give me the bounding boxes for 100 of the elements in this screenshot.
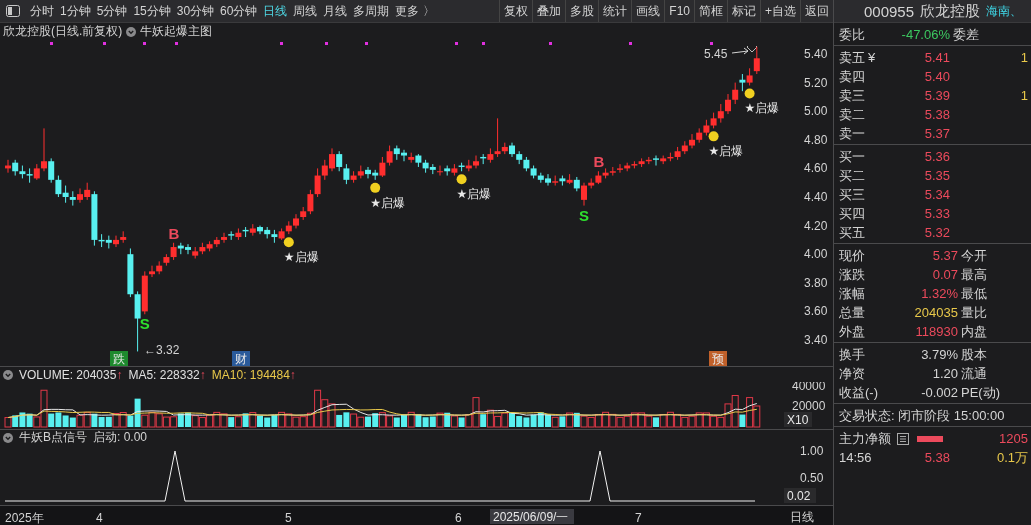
field-label: 委差 xyxy=(953,25,980,44)
trade-signal-label: B xyxy=(593,153,605,171)
volume-legend: MA5: 228332↑ xyxy=(128,367,206,382)
order-price: 5.32 xyxy=(923,225,951,240)
price-axis-label: 5.20 xyxy=(804,75,828,90)
signal-axis-label: 1.00 xyxy=(800,445,824,458)
toolbar-button[interactable]: F10 xyxy=(664,0,694,22)
period-tab[interactable]: 多周期 xyxy=(350,2,393,20)
candlestick xyxy=(379,156,386,178)
order-level-label: 卖四 xyxy=(839,68,865,84)
toolbar-button[interactable]: 返回 xyxy=(800,0,833,22)
dropdown-icon[interactable] xyxy=(126,26,137,37)
volume-axis-label: 40000 xyxy=(792,382,826,393)
list-icon[interactable] xyxy=(897,432,909,445)
candlestick xyxy=(581,182,587,207)
indicator-title: 牛妖B点信号 xyxy=(19,429,87,446)
toolbar-button[interactable]: 复权 xyxy=(499,0,533,22)
candlestick xyxy=(732,82,739,105)
field-label: PE(动) xyxy=(961,383,1001,402)
field-label: 涨跌 xyxy=(839,265,866,284)
period-tab[interactable]: 5分钟 xyxy=(93,2,131,20)
price-axis-label: 4.20 xyxy=(804,218,828,233)
toolbar-button[interactable]: +自选 xyxy=(760,0,800,22)
price-axis-label: 4.80 xyxy=(804,132,828,147)
field-label: 股本 xyxy=(961,345,988,364)
order-price: 5.41 xyxy=(923,50,951,65)
dropdown-icon[interactable] xyxy=(3,432,13,443)
signal-dot-icon xyxy=(370,182,381,193)
signal-dot-icon xyxy=(283,237,294,248)
candlestick xyxy=(725,93,731,115)
order-level-label: 买三 xyxy=(839,186,865,202)
period-tab[interactable]: 1分钟 xyxy=(57,2,94,20)
period-tab[interactable]: 月线 xyxy=(320,2,351,20)
trading-status: 交易状态: 闭市阶段 15:00:00 xyxy=(839,406,1006,425)
field-label: 外盘 xyxy=(839,322,866,341)
field-label: 涨幅 xyxy=(839,284,866,303)
tick-price: 5.38 xyxy=(923,450,951,465)
candlestick xyxy=(26,167,33,184)
price-axis-label: 5.40 xyxy=(804,47,828,61)
order-level-label: 卖一 xyxy=(839,125,865,141)
field-value: 1205 xyxy=(998,431,1029,446)
date-axis-label: 5 xyxy=(285,511,292,525)
event-tag: 财 xyxy=(232,351,250,366)
candlestick xyxy=(386,145,393,167)
period-tab[interactable]: 60分钟 xyxy=(217,2,261,20)
tick-volume: 0.1万 xyxy=(995,448,1029,467)
field-label: 收益(-) xyxy=(839,383,879,402)
toolbar-button[interactable]: 简框 xyxy=(694,0,727,22)
order-price: 5.39 xyxy=(923,88,951,103)
candlestick xyxy=(48,157,55,184)
field-label: 量比 xyxy=(961,303,988,322)
field-label: 主力净额 xyxy=(839,429,892,448)
signal-dot-icon xyxy=(456,174,467,185)
toolbar-button[interactable]: 统计 xyxy=(598,0,632,22)
currency-icon: ¥ xyxy=(868,49,876,65)
scale-tag: X10 xyxy=(784,412,812,427)
candlestick xyxy=(149,265,155,278)
order-price: 5.40 xyxy=(923,69,951,84)
candlestick xyxy=(473,155,479,169)
date-axis-label: 2025年 xyxy=(5,511,44,525)
diamond-icon[interactable] xyxy=(746,46,758,53)
toolbar-button[interactable]: 画线 xyxy=(631,0,665,22)
sector-tag[interactable]: 海南、 xyxy=(986,2,1023,20)
field-value: -47.06% xyxy=(900,27,951,42)
indicator-name[interactable]: 牛妖起爆主图 xyxy=(140,23,213,40)
order-price: 5.37 xyxy=(923,126,951,141)
leader-arrow xyxy=(731,47,749,55)
order-price: 5.33 xyxy=(923,206,951,221)
order-level-label: 买一 xyxy=(839,148,865,164)
price-axis-label: 3.40 xyxy=(804,333,828,347)
volume-legend: VOLUME: 204035↑ xyxy=(19,367,123,382)
date-axis-label: 4 xyxy=(96,511,103,525)
candlestick xyxy=(689,133,695,149)
tick-time: 14:56 xyxy=(839,450,873,465)
toolbar-button[interactable]: 标记 xyxy=(727,0,760,22)
candlestick xyxy=(314,167,321,198)
volume-legend: MA10: 194484↑ xyxy=(211,367,296,382)
period-tab[interactable]: 15分钟 xyxy=(130,2,174,20)
period-tab[interactable]: 日线 xyxy=(260,2,291,20)
cursor-date-tag: 2025/06/09/一 xyxy=(490,509,574,524)
order-price: 5.38 xyxy=(923,107,951,122)
period-tab[interactable]: 分时 xyxy=(27,2,57,20)
panel-toggle-icon[interactable] xyxy=(6,5,20,17)
field-label: 净资 xyxy=(839,364,866,383)
field-value: 118930 xyxy=(914,324,959,339)
period-tab[interactable]: 30分钟 xyxy=(173,2,218,20)
toolbar-button[interactable]: 叠加 xyxy=(532,0,566,22)
period-tab[interactable]: 更多 〉 xyxy=(392,2,438,20)
order-price: 5.36 xyxy=(923,149,951,164)
dropdown-icon[interactable] xyxy=(3,369,13,380)
field-label: 现价 xyxy=(839,246,866,265)
period-label: 日线 xyxy=(790,508,814,525)
toolbar-button[interactable]: 多股 xyxy=(565,0,599,22)
indicator-value: 启动: 0.00 xyxy=(93,429,148,446)
price-axis-label: 3.60 xyxy=(804,304,828,319)
stock-name: 欣龙控股 xyxy=(920,1,981,21)
candlestick xyxy=(221,232,227,244)
field-label: 最高 xyxy=(961,265,988,284)
period-tab[interactable]: 周线 xyxy=(290,2,321,20)
field-label: 委比 xyxy=(839,25,866,44)
